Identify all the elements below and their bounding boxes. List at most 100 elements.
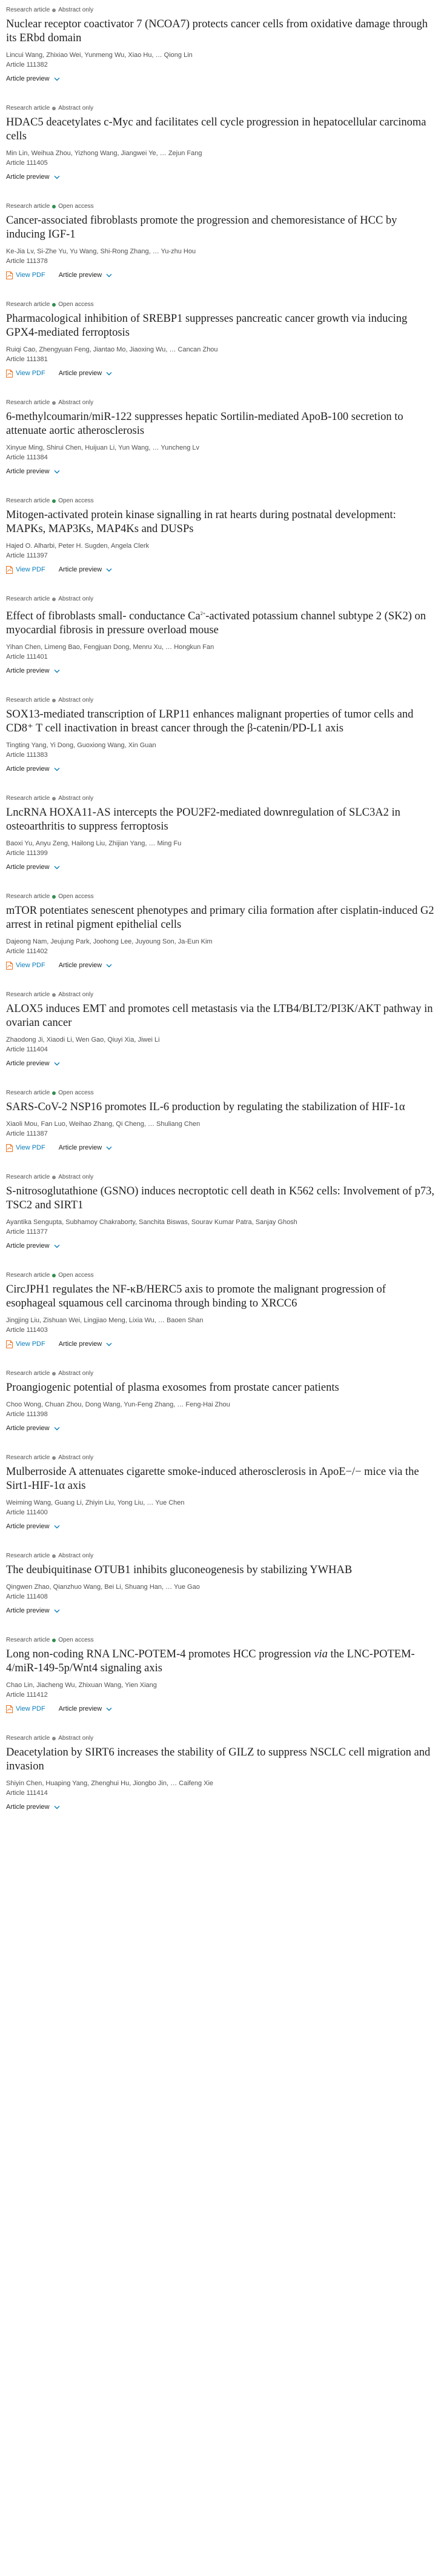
access-label: Abstract only xyxy=(58,105,94,111)
article-type-line: Research article Abstract only xyxy=(6,1370,435,1377)
article-item: Research article Abstract only HDAC5 deace… xyxy=(6,104,435,202)
article-title-link[interactable]: Proangiogenic potential of plasma exosom… xyxy=(6,1381,435,1395)
article-actions: Article preview xyxy=(6,666,435,676)
article-title-link[interactable]: Pharmacological inhibition of SREBP1 sup… xyxy=(6,312,435,340)
article-title-link[interactable]: The deubiquitinase OTUB1 inhibits glucon… xyxy=(6,1563,435,1577)
article-preview-toggle[interactable]: Article preview xyxy=(59,1705,113,1712)
article-preview-label: Article preview xyxy=(6,468,50,475)
chevron-down-icon xyxy=(54,1426,60,1431)
article-title-link[interactable]: SARS-CoV-2 NSP16 promotes IL-6 productio… xyxy=(6,1100,435,1114)
view-pdf-label: View PDF xyxy=(16,1144,45,1152)
article-preview-toggle[interactable]: Article preview xyxy=(6,1242,60,1250)
article-title-link[interactable]: Mulberroside A attenuates cigarette smok… xyxy=(6,1465,435,1493)
article-number: Article 111414 xyxy=(6,1789,48,1797)
article-preview-toggle[interactable]: Article preview xyxy=(6,1523,60,1530)
view-pdf-link[interactable]: View PDF xyxy=(6,1340,45,1348)
article-actions: View PDF Article preview xyxy=(6,368,435,378)
article-preview-toggle[interactable]: Article preview xyxy=(6,1425,60,1432)
article-type-line: Research article Open access xyxy=(6,497,435,505)
article-title-link[interactable]: LncRNA HOXA11-AS intercepts the POU2F2-m… xyxy=(6,806,435,834)
open-access-dot-icon xyxy=(52,204,56,208)
article-title-link[interactable]: HDAC5 deacetylates c-Myc and facilitates… xyxy=(6,116,435,144)
article-preview-toggle[interactable]: Article preview xyxy=(59,1144,113,1151)
article-actions: Article preview xyxy=(6,1423,435,1433)
article-number: Article 111408 xyxy=(6,1593,48,1601)
article-preview-toggle[interactable]: Article preview xyxy=(6,864,60,871)
article-type-label: Research article xyxy=(6,1370,50,1377)
article-title-link[interactable]: Effect of fibroblasts small- conductance… xyxy=(6,607,435,637)
article-item: Research article Abstract only Mulberrosid… xyxy=(6,1454,435,1552)
article-preview-toggle[interactable]: Article preview xyxy=(6,1803,60,1811)
article-type-label: Research article xyxy=(6,795,50,802)
article-preview-toggle[interactable]: Article preview xyxy=(6,1060,60,1067)
view-pdf-label: View PDF xyxy=(16,566,45,573)
view-pdf-label: View PDF xyxy=(16,1340,45,1348)
article-preview-toggle[interactable]: Article preview xyxy=(6,1607,60,1614)
article-actions: View PDF Article preview xyxy=(6,960,435,970)
article-preview-label: Article preview xyxy=(58,1340,102,1348)
article-preview-toggle[interactable]: Article preview xyxy=(59,370,113,377)
article-type-line: Research article Abstract only xyxy=(6,104,435,112)
article-title-link[interactable]: Cancer-associated fibroblasts promote th… xyxy=(6,214,435,242)
article-title-link[interactable]: mTOR potentiates senescent phenotypes an… xyxy=(6,904,435,932)
article-authors: Ke-Jia Lv, Si-Zhe Yu, Yu Wang, Shi-Rong … xyxy=(6,248,196,255)
article-title-link[interactable]: Nuclear receptor coactivator 7 (NCOA7) p… xyxy=(6,18,435,45)
article-type-line: Research article Open access xyxy=(6,1636,435,1644)
article-title-link[interactable]: CircJPH1 regulates the NF-κB/HERC5 axis … xyxy=(6,1283,435,1311)
chevron-down-icon xyxy=(54,1609,60,1613)
abstract-only-dot-icon xyxy=(52,597,56,601)
open-access-dot-icon xyxy=(52,302,56,307)
article-title-link[interactable]: 6-methylcoumarin/miR-122 suppresses hepa… xyxy=(6,410,435,438)
access-label: Abstract only xyxy=(58,1454,94,1462)
view-pdf-link[interactable]: View PDF xyxy=(6,1705,45,1713)
view-pdf-link[interactable]: View PDF xyxy=(6,565,45,574)
view-pdf-link[interactable]: View PDF xyxy=(6,369,45,378)
article-title-link[interactable]: Long non-coding RNA LNC-POTEM-4 promotes… xyxy=(6,1648,435,1676)
access-label: Abstract only xyxy=(58,1370,94,1377)
article-preview-label: Article preview xyxy=(6,1803,50,1811)
article-preview-toggle[interactable]: Article preview xyxy=(6,75,60,82)
chevron-down-icon xyxy=(54,865,60,870)
article-preview-toggle[interactable]: Article preview xyxy=(6,667,60,674)
article-number: Article 111402 xyxy=(6,948,48,956)
article-title-link[interactable]: S-nitrosoglutathione (GSNO) induces necr… xyxy=(6,1185,435,1213)
article-preview-toggle[interactable]: Article preview xyxy=(59,566,113,573)
article-preview-toggle[interactable]: Article preview xyxy=(6,173,60,181)
article-item: Research article Abstract only Nuclear rec… xyxy=(6,0,435,104)
view-pdf-link[interactable]: View PDF xyxy=(6,1143,45,1152)
access-label: Abstract only xyxy=(58,795,94,802)
article-title-link[interactable]: ALOX5 induces EMT and promotes cell meta… xyxy=(6,1002,435,1030)
article-preview-label: Article preview xyxy=(6,173,50,181)
article-authors: Xinyue Ming, Shirui Chen, Huijuan Li, Yu… xyxy=(6,444,199,451)
article-authors: Baoxi Yu, Anyu Zeng, Hailong Liu, Zhijia… xyxy=(6,840,182,848)
article-preview-toggle[interactable]: Article preview xyxy=(6,765,60,773)
article-preview-toggle[interactable]: Article preview xyxy=(59,1340,113,1348)
article-number: Article 111378 xyxy=(6,258,48,265)
article-preview-toggle[interactable]: Article preview xyxy=(59,962,113,969)
article-item: Research article Open access Mitogen-activ… xyxy=(6,497,435,595)
article-preview-toggle[interactable]: Article preview xyxy=(6,468,60,475)
article-item: Research article Open access CircJPH1 regu… xyxy=(6,1271,435,1370)
article-preview-toggle[interactable]: Article preview xyxy=(59,271,113,279)
article-type-line: Research article Abstract only xyxy=(6,6,435,14)
article-preview-label: Article preview xyxy=(6,75,50,82)
article-type-label: Research article xyxy=(6,1553,50,1560)
article-item: Research article Abstract only ALOX5 induc… xyxy=(6,991,435,1089)
view-pdf-link[interactable]: View PDF xyxy=(6,271,45,279)
chevron-down-icon xyxy=(54,470,60,473)
article-authors: Ruiqi Cao, Zhengyuan Feng, Jiantao Mo, J… xyxy=(6,346,218,353)
article-type-label: Research article xyxy=(6,596,50,602)
article-actions: Article preview xyxy=(6,74,435,84)
article-title-link[interactable]: SOX13-mediated transcription of LRP11 en… xyxy=(6,708,435,736)
article-item: Research article Abstract only Effect of f… xyxy=(6,595,435,696)
article-actions: View PDF Article preview xyxy=(6,270,435,280)
view-pdf-link[interactable]: View PDF xyxy=(6,961,45,970)
article-actions: Article preview xyxy=(6,862,435,872)
open-access-dot-icon xyxy=(52,1638,56,1642)
article-type-label: Research article xyxy=(6,7,50,13)
article-title-link[interactable]: Mitogen-activated protein kinase signall… xyxy=(6,508,435,536)
view-pdf-label: View PDF xyxy=(16,1705,45,1713)
chevron-down-icon xyxy=(106,964,112,968)
article-title-link[interactable]: Deacetylation by SIRT6 increases the sta… xyxy=(6,1746,435,1774)
article-actions: Article preview xyxy=(6,1802,435,1812)
